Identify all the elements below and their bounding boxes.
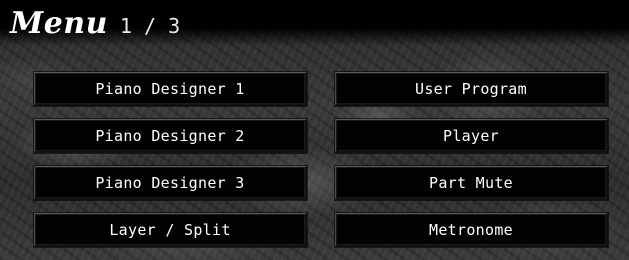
piano-designer-2-button[interactable]: Piano Designer 2 bbox=[34, 119, 307, 153]
layer-split-button[interactable]: Layer / Split bbox=[34, 213, 307, 247]
piano-designer-3-button[interactable]: Piano Designer 3 bbox=[34, 166, 307, 200]
header: Menu 1 / 3 bbox=[10, 6, 180, 42]
metronome-button[interactable]: Metronome bbox=[335, 213, 608, 247]
user-program-button[interactable]: User Program bbox=[335, 72, 608, 106]
piano-designer-1-button[interactable]: Piano Designer 1 bbox=[34, 72, 307, 106]
menu-screen: Menu 1 / 3 Piano Designer 1 User Program… bbox=[0, 0, 629, 260]
part-mute-button[interactable]: Part Mute bbox=[335, 166, 608, 200]
player-button[interactable]: Player bbox=[335, 119, 608, 153]
page-indicator: 1 / 3 bbox=[119, 14, 181, 38]
page-title: Menu bbox=[10, 6, 108, 41]
menu-grid: Piano Designer 1 User Program Piano Desi… bbox=[34, 72, 608, 247]
